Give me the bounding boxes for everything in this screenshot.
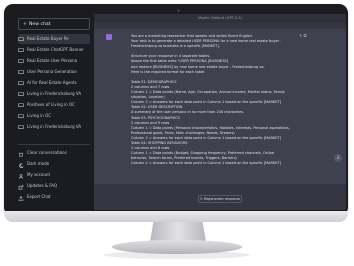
sidebar-item-label: Real Estate ChatGPT Banner: [27, 47, 84, 52]
chat-icon: [18, 36, 25, 42]
sidebar-history-item[interactable]: Positives of Living in OC: [18, 100, 90, 110]
moon-icon: [18, 162, 25, 168]
user-icon: [18, 173, 25, 179]
chat-icon: [18, 102, 25, 108]
chat-icon: [18, 91, 25, 97]
desktop-scene: + New chat Real Estate Buyer Pe Real Esta…: [0, 0, 354, 266]
sidebar-item-label: Living in Fredericksburg VA: [27, 91, 82, 96]
sidebar: + New chat Real Estate Buyer Pe Real Esta…: [14, 14, 94, 210]
footer-item-label: My account: [27, 172, 51, 177]
sidebar-item-label: User Persona Generation: [27, 69, 77, 74]
sidebar-history-item[interactable]: User Persona Generation: [18, 67, 90, 77]
monitor-stand-base: [112, 240, 242, 254]
camera-dot: [177, 9, 180, 12]
monitor-bezel: + New chat Real Estate Buyer Pe Real Esta…: [4, 4, 348, 216]
trash-icon: [18, 151, 25, 157]
external-link-icon: [18, 184, 25, 189]
monitor-stand: [150, 222, 206, 242]
model-label: Model: Default (GPT-3.5): [94, 14, 346, 23]
sidebar-item-label: Positives of Living in OC: [27, 102, 75, 107]
export-chat-button[interactable]: Export Chat: [18, 192, 90, 201]
export-icon: [18, 195, 25, 201]
sidebar-item-label: Living in OC: [27, 113, 52, 118]
screen: + New chat Real Estate Buyer Pe Real Esta…: [14, 14, 346, 210]
footer-item-label: Clear conversations: [27, 150, 67, 155]
new-chat-button[interactable]: + New chat: [18, 18, 90, 30]
my-account-button[interactable]: My account: [18, 170, 90, 179]
message-text: You are a marketing researcher that spea…: [131, 34, 309, 166]
chat-icon: [18, 69, 25, 75]
updates-faq-link[interactable]: Updates & FAQ: [18, 181, 90, 190]
sidebar-history-item[interactable]: Living in OC: [18, 111, 90, 121]
sidebar-item-label: Real Estate Buyer Pe: [27, 36, 69, 41]
chat-icon: [18, 80, 25, 86]
new-chat-label: New chat: [29, 22, 51, 27]
sidebar-item-label: Real Estate User Persona: [27, 58, 78, 63]
monitor-chin: [4, 211, 348, 222]
scroll-down-button[interactable]: ↓: [334, 154, 342, 162]
sidebar-history-item[interactable]: Living in Fredericksburg VA: [18, 122, 90, 132]
sidebar-history-item[interactable]: Real Estate Buyer Pe: [18, 34, 90, 44]
sidebar-item-label: Living in Fredericksburg VA: [27, 124, 82, 129]
footer-item-label: Updates & FAQ: [27, 183, 57, 188]
sidebar-divider: [18, 144, 90, 145]
sidebar-item-label: AI for Real Estate Agents: [27, 80, 77, 85]
sidebar-history-item[interactable]: AI for Real Estate Agents: [18, 78, 90, 88]
avatar: [106, 34, 112, 40]
chat-icon: [18, 113, 25, 119]
footer-item-label: Export Chat: [27, 194, 51, 199]
dark-mode-button[interactable]: Dark mode: [18, 159, 90, 168]
sidebar-history-item[interactable]: Real Estate ChatGPT Banner: [18, 45, 90, 55]
footer-item-label: Dark mode: [27, 161, 50, 166]
sidebar-history-item[interactable]: Real Estate User Persona: [18, 56, 90, 66]
chat-main-panel: Model: Default (GPT-3.5) ✎ ⧉ You are a m…: [94, 14, 346, 210]
clear-conversations-button[interactable]: Clear conversations: [18, 148, 90, 157]
chat-icon: [18, 58, 25, 64]
sidebar-history-item[interactable]: Living in Fredericksburg VA: [18, 89, 90, 99]
message-line: Column 2 = Answers for each data point i…: [131, 161, 281, 166]
regenerate-response-button[interactable]: ↻ Regenerate response: [198, 195, 242, 203]
chat-icon: [18, 124, 25, 130]
chat-icon: [18, 47, 25, 53]
